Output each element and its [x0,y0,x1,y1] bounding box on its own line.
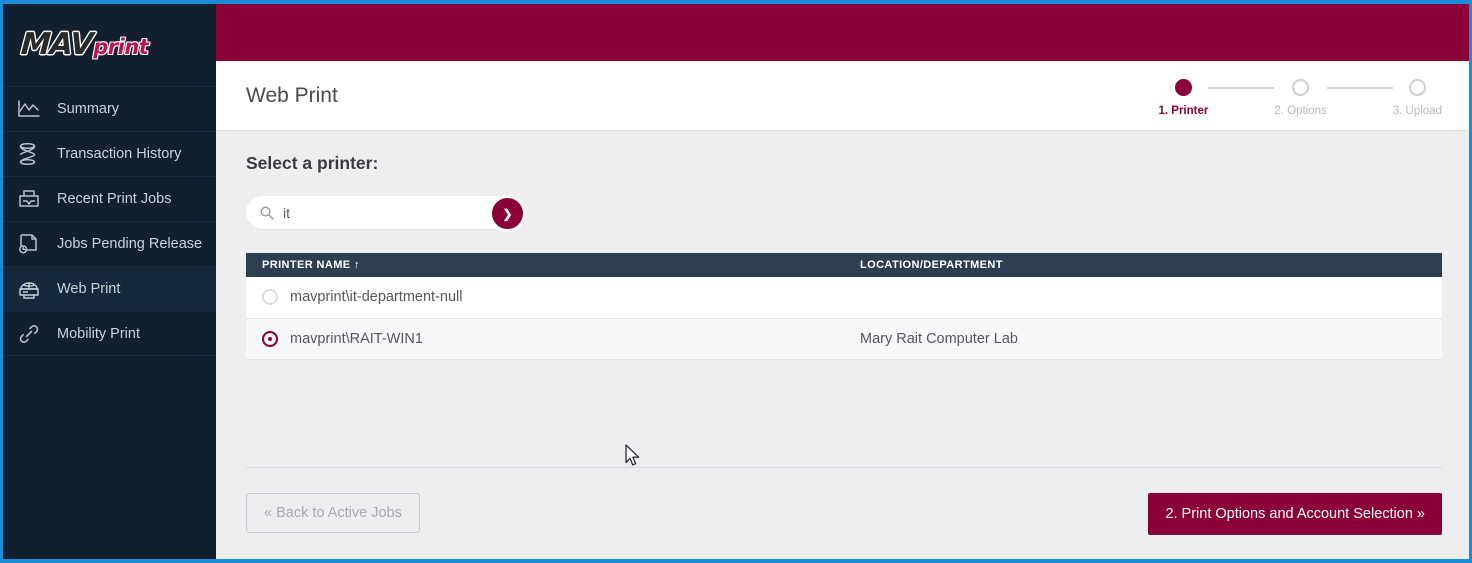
page-title: Web Print [246,84,338,108]
column-label: PRINTER NAME [262,259,351,271]
search-submit-button[interactable]: ❯ [489,195,526,232]
column-header-printer-name[interactable]: PRINTER NAME ↑ [246,253,860,277]
sidebar: MAV print Summary Tra [3,4,216,559]
content-panel: Select a printer: ❯ PRINTER NAME [216,131,1469,559]
web-printer-icon [18,278,47,300]
sidebar-item-label: Recent Print Jobs [57,191,171,207]
step-label: 1. Printer [1158,105,1208,117]
chain-link-icon [18,323,47,345]
sidebar-item-label: Mobility Print [57,326,140,342]
page-header: Web Print 1. Printer 2. Options 3. Uploa… [216,61,1469,131]
printer-table: PRINTER NAME ↑ LOCATION/DEPARTMENT [246,253,1442,360]
location-cell [860,277,1442,318]
logo-text-primary: MAV [20,30,93,60]
sort-ascending-icon[interactable]: ↑ [354,259,360,271]
column-header-location[interactable]: LOCATION/DEPARTMENT [860,253,1442,277]
printer-tray-icon [18,189,47,210]
select-printer-heading: Select a printer: [246,153,1442,174]
step-connector [1327,87,1393,89]
top-accent-bar [216,4,1469,61]
printer-radio-selected[interactable] [262,331,278,347]
step-printer[interactable]: 1. Printer [1158,79,1208,117]
logo-text-secondary: print [93,37,148,58]
printer-name-text: mavprint\it-department-null [290,289,462,305]
browser-window: MAV print Summary Tra [0,0,1472,563]
step-upload[interactable]: 3. Upload [1393,79,1442,117]
step-indicator: 1. Printer 2. Options 3. Upload [1158,75,1442,117]
step-options[interactable]: 2. Options [1274,79,1326,117]
table-header-row: PRINTER NAME ↑ LOCATION/DEPARTMENT [246,253,1442,277]
sidebar-item-jobs-pending-release[interactable]: Jobs Pending Release [3,221,216,266]
search-input[interactable] [283,196,473,229]
flex-spacer [246,360,1442,468]
sidebar-item-mobility-print[interactable]: Mobility Print [3,311,216,356]
table-row[interactable]: mavprint\it-department-null [246,277,1442,318]
step-dot [1175,79,1192,96]
main-area: Web Print 1. Printer 2. Options 3. Uploa… [216,4,1469,559]
back-to-active-jobs-button[interactable]: « Back to Active Jobs [246,493,420,533]
step-connector [1208,87,1274,89]
hourglass-icon [18,143,47,165]
search-icon [260,206,274,220]
sidebar-item-recent-print-jobs[interactable]: Recent Print Jobs [3,176,216,221]
sidebar-item-web-print[interactable]: Web Print [3,266,216,311]
sidebar-item-label: Transaction History [57,146,181,162]
document-clock-icon [18,233,47,255]
location-cell: Mary Rait Computer Lab [860,318,1442,359]
step-label: 2. Options [1274,105,1326,117]
sidebar-item-summary[interactable]: Summary [3,86,216,131]
brand-logo[interactable]: MAV print [3,4,216,86]
printer-name-cell: mavprint\it-department-null [246,277,860,318]
step-label: 3. Upload [1393,105,1442,117]
sidebar-item-transaction-history[interactable]: Transaction History [3,131,216,176]
column-label: LOCATION/DEPARTMENT [860,259,1003,271]
step-dot [1292,79,1309,96]
print-options-next-button[interactable]: 2. Print Options and Account Selection » [1148,493,1442,535]
sidebar-item-label: Jobs Pending Release [57,236,202,252]
footer-actions: « Back to Active Jobs 2. Print Options a… [246,493,1442,559]
line-chart-icon [18,100,47,118]
step-dot [1409,79,1426,96]
footer-divider [246,467,1442,468]
table-row[interactable]: mavprint\RAIT-WIN1 Mary Rait Computer La… [246,318,1442,359]
printer-name-text: mavprint\RAIT-WIN1 [290,331,423,347]
printer-name-cell: mavprint\RAIT-WIN1 [246,318,860,359]
printer-radio-unselected[interactable] [262,289,278,305]
printer-search-box[interactable]: ❯ [246,196,526,229]
sidebar-item-label: Web Print [57,281,120,297]
sidebar-item-label: Summary [57,101,119,117]
